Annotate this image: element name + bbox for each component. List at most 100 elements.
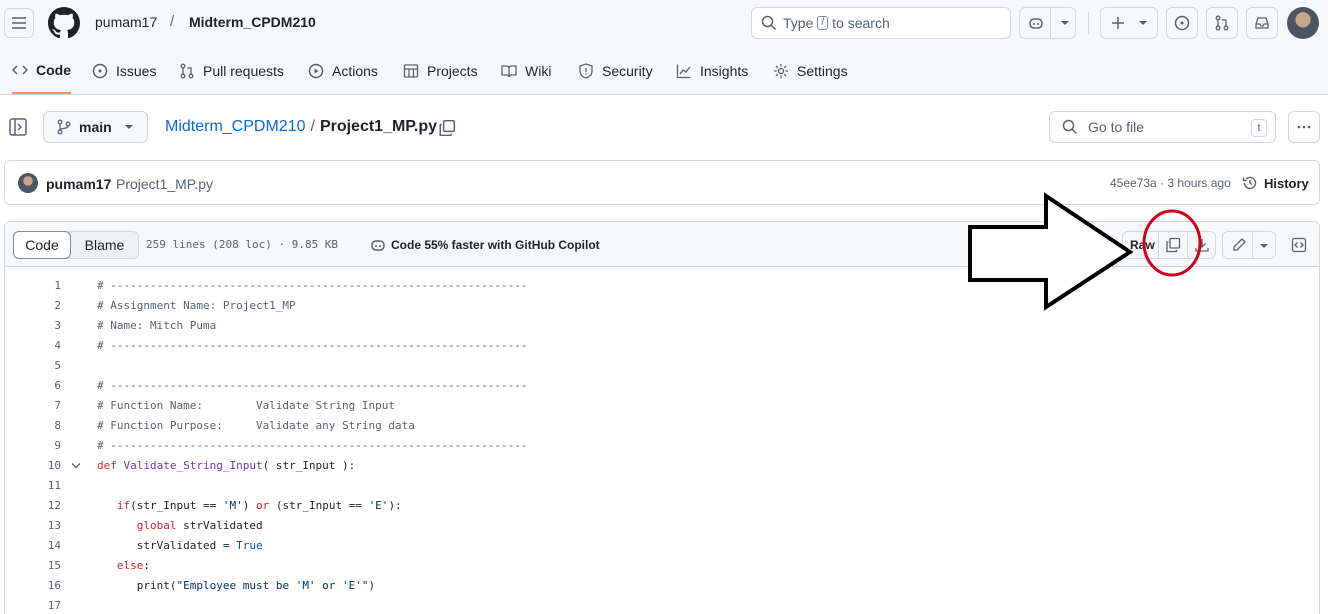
line-number[interactable]: 10 [33,456,61,476]
symbols-panel-button[interactable] [1288,231,1310,259]
line-number[interactable]: 16 [33,576,61,596]
history-button[interactable]: History [1242,175,1309,191]
commit-author-avatar[interactable] [18,173,38,193]
tab-security-label: Security [602,62,653,79]
code-text: global strValidated [136,519,263,532]
code-line[interactable]: 3 # Name: Mitch Puma [5,316,1319,336]
tab-insights[interactable]: Insights [676,47,748,94]
code-line[interactable]: 6 # -------------------------------------… [5,376,1319,396]
line-number[interactable]: 9 [33,436,61,456]
create-new-button[interactable] [1100,7,1158,39]
code-text: if(str_Input == 'M') or (str_Input == 'E… [116,499,402,512]
code-text: # --------------------------------------… [97,279,528,292]
commit-hash-and-time[interactable]: 45ee73a · 3 hours ago [1110,176,1231,190]
chevron-down-icon[interactable] [1060,18,1070,28]
line-number[interactable]: 12 [33,496,61,516]
tab-wiki[interactable]: Wiki [501,47,551,94]
code-line[interactable]: 11 [5,476,1319,496]
github-logo-icon[interactable] [48,7,80,39]
issues-button[interactable] [1166,7,1198,39]
copy-raw-file-icon[interactable] [1165,237,1181,253]
copy-path-icon[interactable] [438,119,456,137]
code-text: print("Employee must be 'M' or 'E'") [97,579,376,592]
raw-button[interactable]: Raw [1130,238,1155,252]
hamburger-icon [12,17,26,29]
code-line[interactable]: 9 # -------------------------------------… [5,436,1319,456]
line-number[interactable]: 14 [33,536,61,556]
tab-projects[interactable]: Projects [403,47,478,94]
line-number[interactable]: 7 [33,396,61,416]
tab-actions-label: Actions [332,62,378,79]
commit-message[interactable]: Project1_MP.py [116,176,213,192]
table-icon [403,63,419,78]
breadcrumb-repo[interactable]: Midterm_CPDM210 [189,14,316,30]
code-view-tab[interactable]: Code [13,231,71,259]
tab-settings-label: Settings [797,62,848,79]
blame-view-tab[interactable]: Blame [71,232,138,258]
file-path-breadcrumb: Midterm_CPDM210 / Project1_MP.py [165,118,437,136]
search-placeholder-pre: Type [783,15,814,31]
code-line[interactable]: 5 [5,356,1319,376]
code-line[interactable]: 13 global strValidated [5,516,1319,536]
code-line[interactable]: 7 # Function Name: Validate String Input [5,396,1319,416]
line-number[interactable]: 8 [33,416,61,436]
tab-security[interactable]: Security [578,47,653,94]
code-line[interactable]: 2 # Assignment Name: Project1_MP [5,296,1319,316]
code-line[interactable]: 1 # -------------------------------------… [5,276,1319,296]
code-text: strValidated = True [97,539,263,552]
tab-pull-requests-label: Pull requests [203,62,284,79]
pull-requests-button[interactable] [1206,7,1238,39]
chevron-down-icon[interactable] [1259,241,1269,251]
line-number[interactable]: 6 [33,376,61,396]
download-icon[interactable] [1194,237,1210,253]
line-number[interactable]: 5 [33,356,61,376]
book-icon [501,64,517,77]
copilot-divider [1050,8,1051,38]
user-avatar[interactable] [1287,7,1319,39]
tab-pull-requests[interactable]: Pull requests [179,47,284,94]
line-number[interactable]: 3 [33,316,61,336]
sidepanel-expand-icon[interactable] [8,117,30,137]
menu-button[interactable] [4,8,34,38]
code-line[interactable]: 17 [5,596,1319,614]
copilot-icon [371,240,385,251]
more-options-button[interactable] [1288,111,1320,143]
commit-author[interactable]: pumam17 [46,176,111,192]
code-text: # --------------------------------------… [97,379,528,392]
copilot-button[interactable] [1019,7,1076,39]
code-line[interactable]: 4 # -------------------------------------… [5,336,1319,356]
go-to-file-input[interactable]: Go to file t [1049,111,1276,143]
code-line[interactable]: 14 strValidated = True [5,536,1319,556]
copilot-promo-link[interactable]: Code 55% faster with GitHub Copilot [370,237,600,253]
tab-settings[interactable]: Settings [773,47,848,94]
code-line[interactable]: 15 else: [5,556,1319,576]
code-line[interactable]: 10 def Validate_String_Input( str_Input )… [5,456,1319,476]
branch-selector-button[interactable]: main [43,111,148,143]
graph-icon [676,64,691,78]
global-header: pumam17 / Midterm_CPDM210 Type / to sear… [0,0,1328,47]
breadcrumb-owner[interactable]: pumam17 [95,14,157,30]
global-search-input[interactable]: Type / to search [751,7,1011,39]
fold-chevron-icon[interactable] [71,462,81,470]
code-line[interactable]: 12 if(str_Input == 'M') or (str_Input ==… [5,496,1319,516]
line-number[interactable]: 4 [33,336,61,356]
line-number[interactable]: 13 [33,516,61,536]
code-line[interactable]: 8 # Function Purpose: Validate any String… [5,416,1319,436]
pencil-icon[interactable] [1231,237,1247,253]
inbox-button[interactable] [1246,7,1278,39]
code-line[interactable]: 16 print("Employee must be 'M' or 'E'") [5,576,1319,596]
tab-issues[interactable]: Issues [92,47,156,94]
line-number[interactable]: 17 [33,596,61,614]
line-number[interactable]: 2 [33,296,61,316]
tab-projects-label: Projects [427,62,478,79]
tab-code[interactable]: Code [12,47,71,94]
line-number[interactable]: 11 [33,476,61,496]
search-icon [1062,119,1078,135]
raw-divider [1158,232,1159,258]
line-number[interactable]: 1 [33,276,61,296]
path-repo-link[interactable]: Midterm_CPDM210 [165,118,305,136]
code-square-icon [1291,237,1307,253]
raw-button-group: Raw [1122,231,1216,259]
tab-actions[interactable]: Actions [308,47,378,94]
line-number[interactable]: 15 [33,556,61,576]
